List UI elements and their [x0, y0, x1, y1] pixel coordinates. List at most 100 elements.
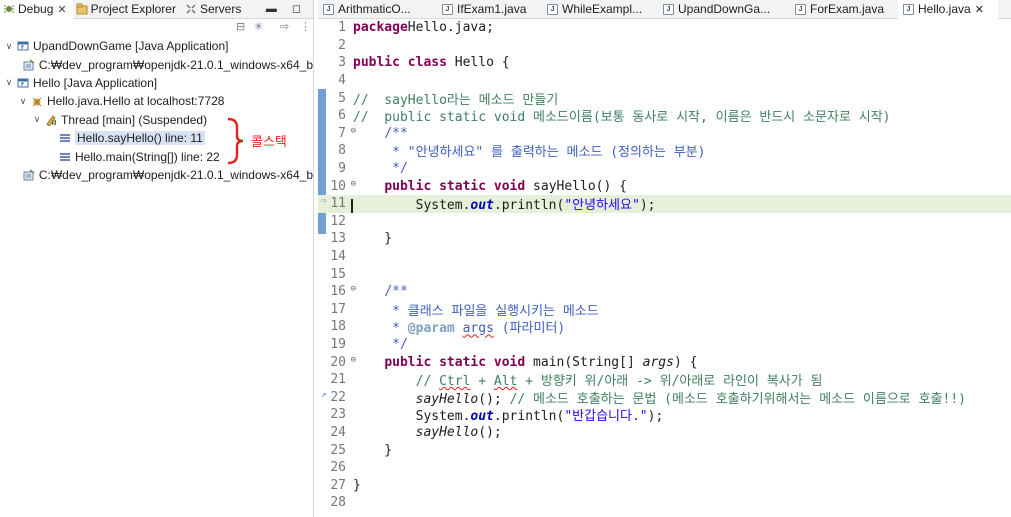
- code-line[interactable]: 25 }: [318, 441, 1011, 459]
- editor-tab[interactable]: J WhileExampl...: [542, 0, 658, 19]
- tab-debug[interactable]: Debug ✕: [0, 0, 73, 19]
- editor-tab-label: ForExam.java: [810, 2, 885, 16]
- code-line[interactable]: 18 * @param args (파라미터): [318, 318, 1011, 336]
- code-token: (파라미터): [493, 321, 566, 337]
- tree-item[interactable]: ∨ UpandDownGame [Java Application]: [0, 37, 313, 55]
- chevron-down-icon[interactable]: ∨: [4, 77, 14, 88]
- code-line[interactable]: 2: [318, 37, 1011, 55]
- code-token: void: [493, 178, 526, 194]
- tab-servers[interactable]: Servers: [182, 0, 247, 19]
- chevron-down-icon[interactable]: ∨: [32, 114, 42, 125]
- code-line[interactable]: 8 * "안녕하세요" 를 출력하는 메소드 (정의하는 부분): [318, 142, 1011, 160]
- code-line[interactable]: 22 ↗ sayHello(); // 메소드 호출하는 문법 (메소드 호출하기…: [318, 388, 1011, 407]
- editor-tab[interactable]: J ArithmaticO...: [318, 0, 437, 19]
- process-icon: [23, 169, 35, 181]
- code-line[interactable]: 16 ⊖ /**: [318, 283, 1011, 301]
- code-line[interactable]: 14: [318, 248, 1011, 266]
- instruction-pointer-icon: ⇨: [321, 196, 327, 207]
- code-token: out: [470, 198, 494, 214]
- close-icon[interactable]: ✕: [975, 3, 984, 16]
- java-file-icon: J: [323, 3, 334, 15]
- tree-item[interactable]: C:₩dev_program₩openjdk-21.0.1_windows-x6…: [0, 55, 313, 73]
- editor-tab[interactable]: J UpandDownGa...: [658, 0, 790, 19]
- fold-toggle-icon[interactable]: ⊖: [351, 126, 356, 136]
- code-token: void: [493, 354, 526, 370]
- tab-label: Debug: [18, 2, 54, 16]
- code-token: }: [353, 477, 361, 493]
- code-text: */: [350, 161, 408, 176]
- thread-suspended-icon: [45, 114, 57, 126]
- chevron-down-icon[interactable]: ∨: [18, 96, 28, 107]
- code-token: // public static void 메소드이름(보통 동사로 시작, 이…: [353, 110, 891, 126]
- code-line[interactable]: 23 System.out.println("반갑습니다.");: [318, 406, 1011, 424]
- code-line[interactable]: 10 ⊖ public static void sayHello() {: [318, 177, 1011, 195]
- code-line[interactable]: 26: [318, 459, 1011, 477]
- tree-item-label: Hello [Java Application]: [33, 75, 158, 90]
- line-number: 17: [330, 301, 346, 317]
- code-line[interactable]: 12: [318, 213, 1011, 231]
- launch-tree: ∨ UpandDownGame [Java Application] C:₩dev_…: [0, 37, 313, 184]
- line-number: 20 ⊖: [330, 354, 356, 370]
- tree-item-label: Hello.sayHello() line: 11: [75, 131, 205, 146]
- view-menu-icon[interactable]: ⋮: [300, 20, 311, 33]
- code-line[interactable]: 21 // Ctrl + Alt + 방향키 위/아래 -> 위/아래로 라인이…: [318, 371, 1011, 389]
- process-icon: [23, 58, 35, 71]
- code-line[interactable]: 6 // public static void 메소드이름(보통 동사로 시작, …: [318, 107, 1011, 125]
- tree-item[interactable]: ∨ Hello [Java Application]: [0, 74, 313, 92]
- code-text: public class Hello {: [350, 55, 510, 70]
- code-text: sayHello();: [350, 425, 502, 440]
- step-icon[interactable]: ⇨: [280, 20, 289, 33]
- code-line[interactable]: 20 ⊖ public static void main(String[] arg…: [318, 353, 1011, 371]
- java-file-icon: J: [547, 3, 558, 15]
- collapse-all-icon[interactable]: ⊟: [236, 20, 245, 33]
- tree-item[interactable]: Hello.main(String[]) line: 22: [0, 147, 313, 165]
- tree-item[interactable]: ∨ Thread [main] (Suspended): [0, 111, 313, 129]
- code-line[interactable]: 19 */: [318, 336, 1011, 354]
- code-line[interactable]: 4: [318, 72, 1011, 90]
- code-line[interactable]: 5// sayHello라는 메소드 만들기: [318, 89, 1011, 108]
- code-line[interactable]: 15: [318, 265, 1011, 283]
- code-text: }: [350, 478, 361, 493]
- code-line[interactable]: 3 public class Hello {: [318, 54, 1011, 72]
- line-number: 23: [330, 407, 346, 423]
- code-line[interactable]: 24 sayHello();: [318, 424, 1011, 442]
- code-token: ) {: [673, 354, 698, 370]
- editor-tab-bar: J ArithmaticO... J IfExam1.java J WhileExampl…: [318, 0, 1011, 19]
- fold-toggle-icon[interactable]: ⊖: [351, 179, 356, 189]
- code-line[interactable]: 13 }: [318, 230, 1011, 248]
- code-line[interactable]: 17 * 클래스 파일을 실행시키는 메소드: [318, 301, 1011, 319]
- line-number: 27: [330, 477, 346, 493]
- code-text: sayHello(); // 메소드 호출하는 문법 (메소드 호출하기위해서는…: [350, 388, 966, 407]
- editor-tab[interactable]: J Hello.java ✕: [898, 0, 998, 19]
- code-line[interactable]: 9 */: [318, 160, 1011, 178]
- code-line[interactable]: 7 ⊖ /**: [318, 125, 1011, 143]
- line-number: 21: [330, 372, 346, 388]
- remove-terminated-icon[interactable]: ✳: [254, 20, 263, 33]
- code-line[interactable]: 1 packageHello.java;: [318, 19, 1011, 37]
- code-token: *: [353, 321, 408, 337]
- code-token: System.: [353, 198, 471, 214]
- window-controls[interactable]: ▬ ◻: [266, 2, 307, 15]
- current-line[interactable]: 11 ⇨ System.out.println("안녕하세요");: [318, 194, 1011, 214]
- editor-tab[interactable]: J IfExam1.java: [437, 0, 542, 19]
- fold-toggle-icon[interactable]: ⊖: [351, 355, 356, 365]
- tree-item[interactable]: C:₩dev_program₩openjdk-21.0.1_windows-x6…: [0, 166, 313, 184]
- editor-tab[interactable]: J ForExam.java: [790, 0, 898, 19]
- chevron-down-icon[interactable]: ∨: [4, 41, 14, 52]
- code-area[interactable]: 1 packageHello.java; 2 3 public class Hello …: [318, 19, 1011, 517]
- tab-project-explorer[interactable]: Project Explorer: [73, 0, 182, 19]
- java-file-icon: J: [663, 3, 674, 15]
- line-number: 3: [338, 55, 346, 71]
- stack-frame-icon: [59, 151, 71, 163]
- tree-item[interactable]: ∨ Hello.java.Hello at localhost:7728: [0, 92, 313, 110]
- code-line[interactable]: 28: [318, 494, 1011, 512]
- code-line[interactable]: 27}: [318, 476, 1011, 494]
- line-number: 1: [338, 20, 346, 36]
- code-token: public: [384, 178, 432, 194]
- code-token: package: [353, 20, 408, 36]
- editor-tab-label: Hello.java: [918, 2, 971, 16]
- close-icon[interactable]: ✕: [57, 3, 66, 16]
- fold-toggle-icon[interactable]: ⊖: [351, 284, 356, 294]
